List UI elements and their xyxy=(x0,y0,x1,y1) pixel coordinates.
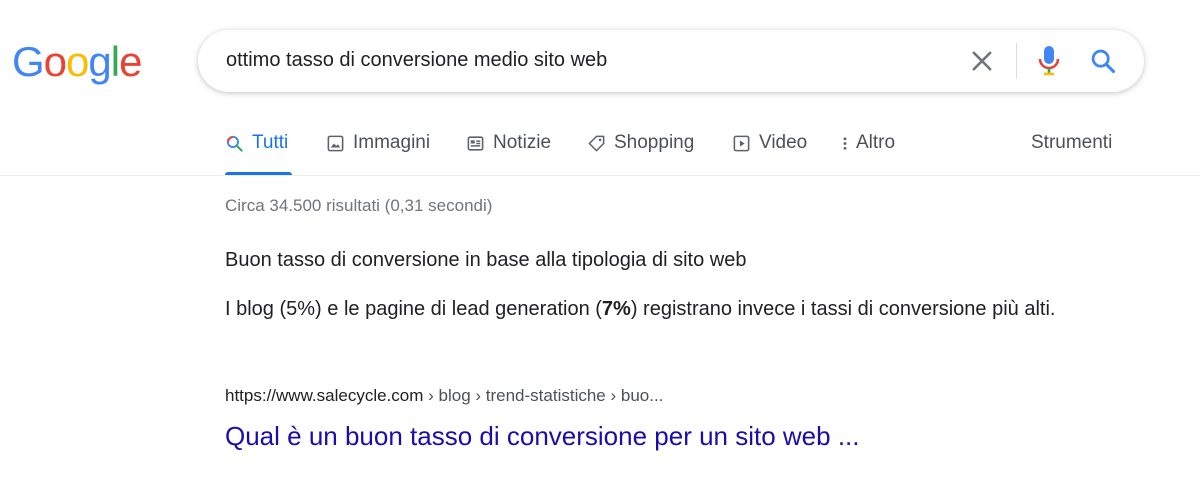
tab-label: Altro xyxy=(856,132,896,153)
close-icon xyxy=(972,51,992,71)
microphone-icon xyxy=(1038,46,1060,76)
search-box[interactable]: ottimo tasso di conversione medio sito w… xyxy=(198,30,1144,92)
image-icon xyxy=(326,134,345,153)
result-url-breadcrumb: › blog › trend-statistiche › buo... xyxy=(423,386,664,405)
logo-letter: e xyxy=(119,38,142,85)
tab-label: Video xyxy=(759,132,808,153)
more-vert-icon xyxy=(840,134,850,153)
logo-letter: G xyxy=(12,38,45,85)
search-icon xyxy=(225,134,244,153)
result-url-domain: https://www.salecycle.com xyxy=(225,386,424,405)
tab-label: Notizie xyxy=(493,132,552,153)
tab-video[interactable]: Video xyxy=(732,132,807,175)
tab-label: Tutti xyxy=(252,132,289,153)
result-title-link[interactable]: Qual è un buon tasso di conversione per … xyxy=(225,421,860,452)
clear-button[interactable] xyxy=(968,47,996,75)
snippet-highlight: 7% xyxy=(601,298,631,320)
result-stats: Circa 34.500 risultati (0,31 secondi) xyxy=(225,196,493,215)
tab-label: Immagini xyxy=(353,132,431,153)
snippet-text-part: I blog (5%) e le pagine di lead generati… xyxy=(225,298,602,320)
logo-letter: g xyxy=(88,38,111,85)
tools-button[interactable]: Strumenti xyxy=(1031,132,1112,154)
featured-snippet-title: Buon tasso di conversione in base alla t… xyxy=(225,249,747,271)
tabs-divider xyxy=(0,175,1200,176)
result-url[interactable]: https://www.salecycle.com › blog › trend… xyxy=(225,386,663,406)
search-input[interactable]: ottimo tasso di conversione medio sito w… xyxy=(226,49,607,72)
tab-notizie[interactable]: Notizie xyxy=(466,132,551,175)
play-icon xyxy=(732,134,751,153)
tag-icon xyxy=(587,134,606,153)
tab-immagini[interactable]: Immagini xyxy=(326,132,430,175)
featured-snippet-text: I blog (5%) e le pagine di lead generati… xyxy=(225,293,1125,326)
tab-altro[interactable]: Altro xyxy=(840,132,895,175)
logo-letter: l xyxy=(110,38,120,85)
logo-letter: o xyxy=(43,38,67,85)
voice-search-button[interactable] xyxy=(1036,44,1062,78)
search-icon xyxy=(1091,49,1116,74)
search-divider xyxy=(1016,43,1017,79)
news-icon xyxy=(466,134,485,153)
tab-tutti[interactable]: Tutti xyxy=(225,132,292,175)
search-button[interactable] xyxy=(1089,47,1117,75)
google-logo[interactable]: Google xyxy=(12,38,142,86)
tab-label: Shopping xyxy=(614,132,695,153)
logo-letter: o xyxy=(66,38,89,85)
tab-shopping[interactable]: Shopping xyxy=(587,132,694,175)
snippet-text-part: ) registrano invece i tassi di conversio… xyxy=(630,298,1056,320)
